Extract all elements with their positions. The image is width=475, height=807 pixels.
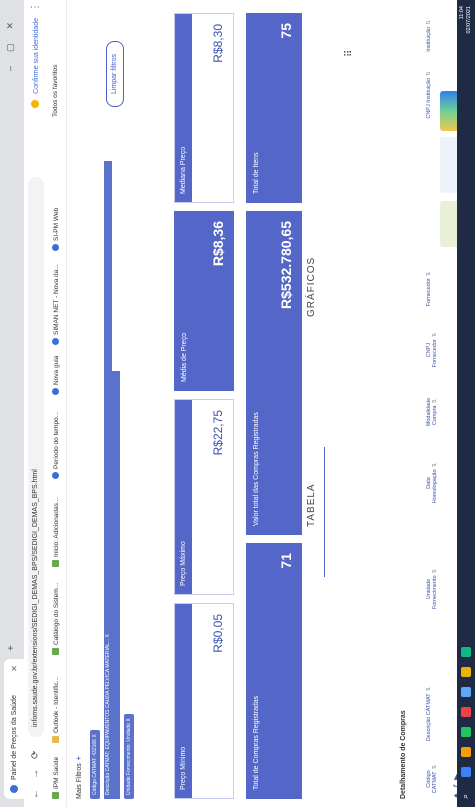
card-total-itens: Total de Itens 75 xyxy=(246,13,302,203)
taskbar-app-icon[interactable] xyxy=(461,747,471,757)
sort-icon[interactable]: ⇅ xyxy=(432,765,438,770)
bookmark-icon xyxy=(52,472,59,479)
column-header[interactable]: Instituição⇅ xyxy=(426,13,432,59)
card-value: R$532.780,65 xyxy=(278,221,294,309)
filter-tag[interactable]: Descrição CATMAT: EQUIPAMENTOS CAUDA PEL… xyxy=(104,161,112,799)
bookmark-icon xyxy=(52,338,59,345)
browser-tab-bar: Painel de Preços da Saúde ✕ + –▢✕ xyxy=(0,0,24,807)
site-favicon-icon xyxy=(10,785,18,793)
more-filters[interactable]: Mais Filtros+ xyxy=(76,756,83,799)
section-title: Detalhamento de Compras xyxy=(400,710,407,799)
sort-icon[interactable]: ⇅ xyxy=(432,399,438,404)
browser-tab[interactable]: Painel de Preços da Saúde ✕ xyxy=(4,659,24,799)
add-filter-icon[interactable]: + xyxy=(76,756,83,760)
bookmark-icon xyxy=(52,648,59,655)
column-header[interactable]: CNPJ Fornecedor⇅ xyxy=(426,325,438,375)
column-header[interactable]: Data Homologação⇅ xyxy=(426,457,438,509)
system-clock: 11:04 02/07/2021 xyxy=(459,6,472,34)
card-value: R$0,05 xyxy=(211,614,225,653)
avatar-icon xyxy=(31,99,39,108)
taskbar-app-icon[interactable] xyxy=(461,767,471,777)
bookmark-icon xyxy=(52,736,59,743)
card-value: R$8,30 xyxy=(211,24,225,63)
taskbar-app-icon[interactable] xyxy=(461,707,471,717)
card-preco-minimo: Preço Mínimo R$0,05 xyxy=(174,603,234,799)
view-tabs: TABELA GRÁFICOS xyxy=(300,187,330,607)
column-header[interactable]: Descrição CATMAT⇅ xyxy=(426,683,432,745)
filter-tag-continuation xyxy=(112,371,120,799)
card-label: Total de Itens xyxy=(253,152,260,194)
window-controls[interactable]: –▢✕ xyxy=(5,8,16,71)
bookmark-icon xyxy=(52,792,59,799)
clear-filters-button[interactable]: Limpar filtros xyxy=(106,41,124,107)
card-mediana-preco: Mediana Preço R$8,30 xyxy=(174,13,234,203)
reading-list[interactable]: Todos os favoritos xyxy=(52,65,59,117)
bookmark-item[interactable]: Outlook - Identific... xyxy=(52,677,60,743)
card-preco-maximo: Preço Máximo R$22,75 xyxy=(174,399,234,595)
tab-graficos[interactable]: GRÁFICOS xyxy=(306,257,317,317)
bookmark-item[interactable]: SIMAN NET - Nova da... xyxy=(52,264,60,345)
card-total-compras: Total de Compras Registradas 71 xyxy=(246,543,302,799)
taskbar-app-icon[interactable] xyxy=(461,687,471,697)
column-header[interactable]: CNPJ Instituição⇅ xyxy=(426,71,432,119)
card-label: Total de Compras Registradas xyxy=(253,695,260,790)
sort-icon[interactable]: ⇅ xyxy=(426,272,432,277)
filter-tag[interactable]: Código CATMAT: 432166 X xyxy=(90,730,100,799)
card-label: Média de Preço xyxy=(181,332,188,382)
taskbar-app-icon[interactable] xyxy=(461,667,471,677)
column-header[interactable]: Fornecedor⇅ xyxy=(426,267,432,311)
bookmark-item[interactable]: Nova guia xyxy=(52,356,60,395)
new-tab-icon[interactable]: + xyxy=(6,645,17,651)
search-icon[interactable]: ⌕ xyxy=(460,794,471,799)
bookmark-item[interactable]: Catálogo do Sistem... xyxy=(52,583,60,655)
menu-kebab-icon[interactable]: ⋮ xyxy=(30,2,41,12)
card-value: R$22,75 xyxy=(211,410,225,456)
address-bar-row: ←→⟳ infoms.saude.gov.br/extensions/SEDIG… xyxy=(24,0,49,807)
url-input[interactable]: infoms.saude.gov.br/extensions/SEDIGI_DE… xyxy=(28,177,44,737)
bookmark-item[interactable]: Período do tempo... xyxy=(52,412,60,479)
bookmark-icon xyxy=(52,388,59,395)
taskbar-app-icon[interactable] xyxy=(461,647,471,657)
card-label: Valor total das Compras Registradas xyxy=(253,412,260,526)
card-valor-total: Valor total das Compras Registradas R$53… xyxy=(246,211,302,535)
bookmark-item[interactable]: Inicio: Adicionadas... xyxy=(52,498,60,567)
active-tab-indicator xyxy=(324,447,325,577)
bookmark-icon xyxy=(52,244,59,251)
sort-icon[interactable]: ⇅ xyxy=(426,71,432,76)
card-value: 71 xyxy=(278,553,294,569)
column-header[interactable]: Modalidade Compra⇅ xyxy=(426,387,438,437)
sort-icon[interactable]: ⇅ xyxy=(432,463,438,468)
drag-handle-icon[interactable]: ⠿ xyxy=(344,50,355,57)
card-label: Preço Máximo xyxy=(175,400,192,594)
sort-icon[interactable]: ⇅ xyxy=(432,333,438,338)
bookmark-icon xyxy=(52,560,59,567)
card-label: Preço Mínimo xyxy=(175,604,192,798)
profile-label: Confirme sua identidade xyxy=(33,18,40,94)
tab-title: Painel de Preços da Saúde xyxy=(10,695,18,780)
bookmark-item[interactable]: SI-PM Web xyxy=(52,208,60,251)
taskbar-app-icon[interactable] xyxy=(461,727,471,737)
os-taskbar: ⌕ 11:04 02/07/2021 xyxy=(457,0,475,807)
bookmark-item[interactable]: IPM Saúde xyxy=(52,757,60,799)
screen: Painel de Preços da Saúde ✕ + –▢✕ ←→⟳ in… xyxy=(0,0,475,807)
sort-icon[interactable]: ⇅ xyxy=(432,569,438,574)
nav-buttons[interactable]: ←→⟳ xyxy=(30,741,41,799)
tab-tabela[interactable]: TABELA xyxy=(306,483,317,527)
sort-icon[interactable]: ⇅ xyxy=(426,687,432,692)
filter-tag[interactable]: Unidade Fornecimento: Unidade X xyxy=(124,714,134,799)
active-filters: Código CATMAT: 432166 X Descrição CATMAT… xyxy=(90,159,138,799)
close-tab-icon[interactable]: ✕ xyxy=(10,665,19,672)
column-header[interactable]: Código CATMAT⇅ xyxy=(426,759,438,799)
bookmarks-bar: IPM Saúde Outlook - Identific... Catálog… xyxy=(48,0,67,807)
profile-chip[interactable]: Confirme sua identidade xyxy=(31,18,40,108)
column-header[interactable]: Unidade Fornecimento⇅ xyxy=(426,561,438,617)
card-value: R$8,36 xyxy=(210,221,226,267)
card-media-preco: Média de Preço R$8,36 xyxy=(174,211,234,391)
card-label: Mediana Preço xyxy=(175,14,192,202)
card-value: 75 xyxy=(278,23,294,39)
sort-icon[interactable]: ⇅ xyxy=(426,20,432,25)
